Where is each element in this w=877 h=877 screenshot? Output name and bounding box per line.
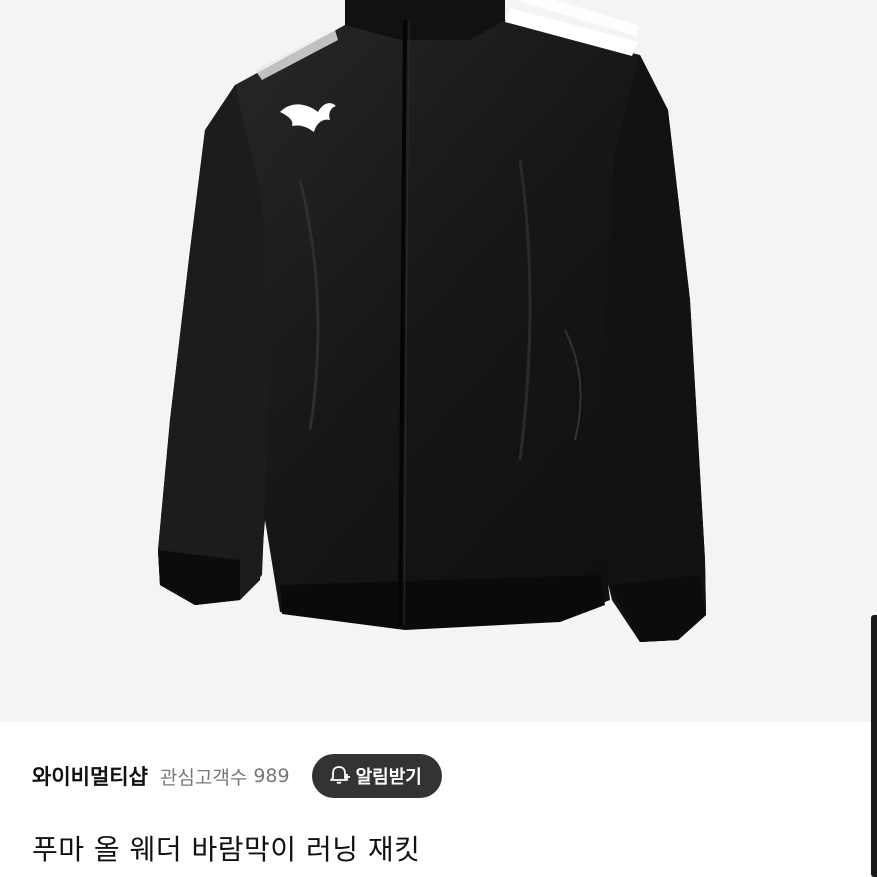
shop-name[interactable]: 와이비멀티샵	[32, 761, 148, 791]
product-title: 푸마 올 웨더 바람막이 러닝 재킷	[32, 833, 421, 866]
follower-count: 989	[253, 765, 290, 787]
alert-subscribe-button[interactable]: 알림받기	[311, 754, 442, 798]
product-image[interactable]	[0, 0, 877, 722]
scrollbar[interactable]	[871, 615, 877, 877]
bell-plus-icon	[328, 763, 350, 789]
follower-label: 관심고객수	[159, 766, 248, 789]
alert-button-label: 알림받기	[355, 767, 422, 788]
shop-info-row: 와이비멀티샵 관심고객수 989 알림받기	[32, 752, 852, 800]
jacket-illustration	[158, 0, 706, 642]
